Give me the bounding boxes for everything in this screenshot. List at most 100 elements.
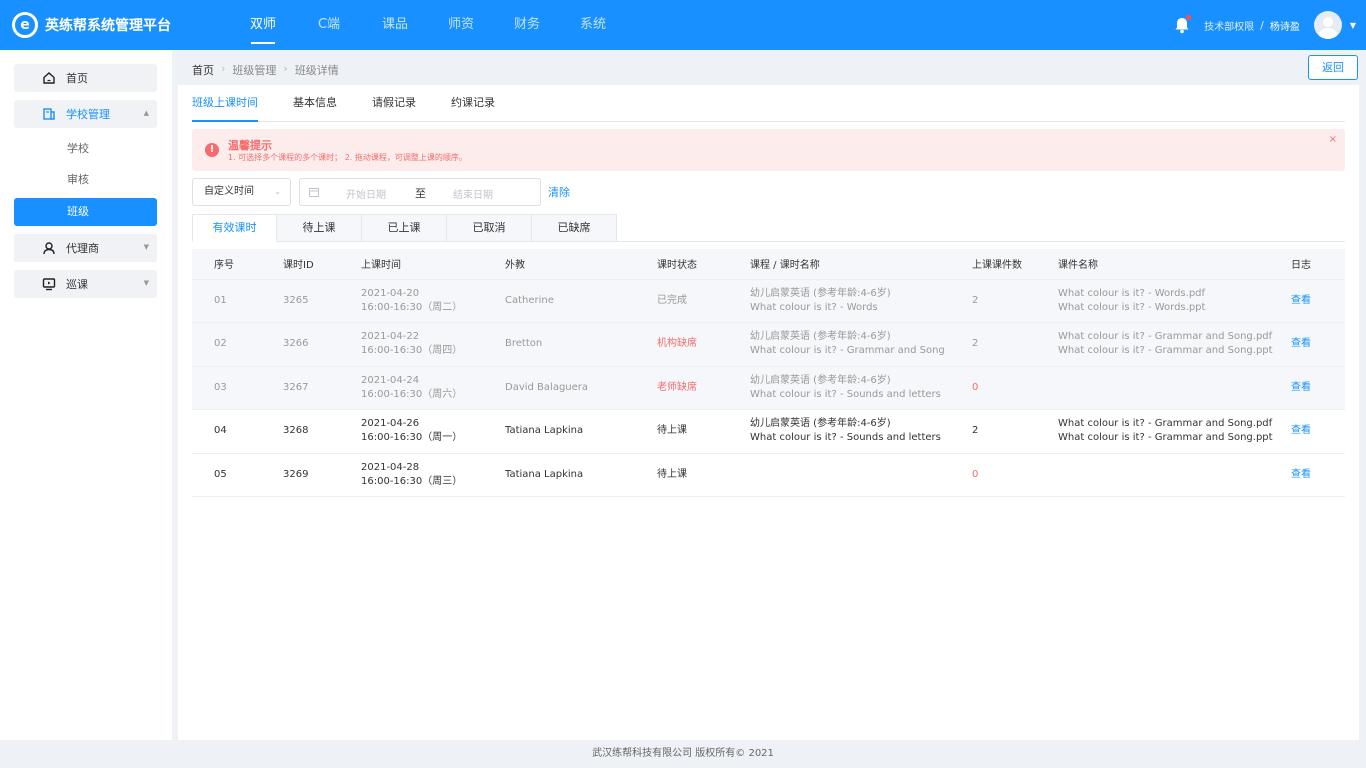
cell-log: 查看	[1291, 322, 1345, 367]
topnav-item-system[interactable]: 系统	[560, 0, 626, 50]
file-name: What colour is it? - Grammar and Song.pp…	[1058, 432, 1273, 444]
user-icon	[42, 241, 56, 255]
cell-teacher: Bretton	[505, 322, 657, 367]
count-text: 0	[972, 468, 979, 480]
cell-count: 2	[972, 409, 1058, 454]
tab-absent[interactable]: 已缺席	[532, 214, 617, 242]
user-separator: /	[1260, 18, 1264, 32]
cell-log: 查看	[1291, 279, 1345, 323]
cell-time: 2021-04-26 16:00-16:30（周一）	[361, 409, 505, 454]
topnav-item-c-end[interactable]: C端	[296, 0, 362, 50]
lesson-name: What colour is it? - Grammar and Song	[750, 345, 945, 357]
back-button[interactable]: 返回	[1308, 55, 1358, 80]
topnav-item-finance[interactable]: 财务	[494, 0, 560, 50]
chevron-down-icon[interactable]: ▼	[1350, 21, 1356, 30]
breadcrumb-home[interactable]: 首页	[192, 62, 214, 78]
lesson-time: 16:00-16:30（周六）	[361, 388, 463, 400]
breadcrumb-separator: ›	[221, 62, 226, 75]
cell-status: 待上课	[657, 453, 750, 497]
app-title: 英练帮系统管理平台	[45, 18, 171, 34]
lesson-time: 16:00-16:30（周四）	[361, 345, 463, 357]
sidebar-item-label: 首页	[66, 72, 88, 85]
breadcrumb-class-mgmt[interactable]: 班级管理	[232, 62, 276, 78]
cell-course: 幼儿启蒙英语 (参考年龄:4-6岁) What colour is it? - G…	[750, 322, 972, 367]
view-log-link[interactable]: 查看	[1291, 295, 1311, 306]
top-bar: e 英练帮系统管理平台 双师 C端 课品 师资 财务 系统 技术部权限 / 杨诗…	[0, 0, 1366, 50]
logo[interactable]: e 英练帮系统管理平台	[12, 12, 202, 38]
lesson-name: What colour is it? - Words	[750, 301, 878, 313]
cell-log: 查看	[1291, 366, 1345, 410]
lesson-name: What colour is it? - Sounds and letters	[750, 388, 941, 400]
topnav-item-dual-teacher[interactable]: 双师	[230, 0, 296, 50]
chevron-up-icon: ▲	[143, 109, 149, 117]
lesson-time: 16:00-16:30（周一）	[361, 432, 463, 444]
lesson-date: 2021-04-24	[361, 374, 420, 386]
sidebar-item-label: 代理商	[66, 242, 99, 255]
tab-valid-lessons[interactable]: 有效课时	[192, 214, 277, 242]
table-row: 01 3265 2021-04-20 16:00-16:30（周二） Cather…	[192, 279, 1345, 323]
sidebar-subitem-school[interactable]: 学校	[14, 136, 157, 161]
lesson-date: 2021-04-26	[361, 418, 420, 430]
main-panel: 班级上课时间 基本信息 请假记录 约课记录 ! 温馨提示 1. 可选择多个课程的…	[178, 85, 1359, 740]
avatar[interactable]	[1313, 11, 1342, 39]
cell-log: 查看	[1291, 453, 1345, 497]
sidebar-item-home[interactable]: 首页	[14, 64, 157, 92]
tab-attended[interactable]: 已上课	[362, 214, 447, 242]
time-type-select[interactable]: 自定义时间 ⌄	[192, 178, 291, 206]
sidebar-item-school-mgmt[interactable]: 学校管理 ▲	[14, 100, 157, 128]
clear-button[interactable]: 清除	[548, 184, 570, 200]
filter-bar: 自定义时间 ⌄ 开始日期 至 结束日期 清除	[192, 178, 570, 206]
cell-files	[1058, 366, 1291, 410]
tab-leave-records[interactable]: 请假记录	[372, 85, 416, 121]
topnav-item-products[interactable]: 课品	[362, 0, 428, 50]
view-log-link[interactable]: 查看	[1291, 382, 1311, 393]
end-date-input[interactable]: 结束日期	[453, 186, 493, 201]
cell-log: 查看	[1291, 409, 1345, 454]
column-header: 课件名称	[1058, 249, 1291, 280]
tab-booking-records[interactable]: 约课记录	[451, 85, 495, 121]
tab-cancelled[interactable]: 已取消	[447, 214, 532, 242]
home-icon	[42, 71, 56, 85]
sidebar-subitem-class[interactable]: 班级	[14, 198, 157, 226]
cell-count: 2	[972, 322, 1058, 367]
lesson-date: 2021-04-22	[361, 331, 420, 343]
date-range-picker[interactable]: 开始日期 至 结束日期	[299, 178, 541, 206]
view-log-link[interactable]: 查看	[1291, 338, 1311, 349]
school-icon	[42, 107, 56, 121]
status-text: 机构缺席	[657, 338, 697, 350]
cell-time: 2021-04-22 16:00-16:30（周四）	[361, 322, 505, 367]
tab-basic-info[interactable]: 基本信息	[293, 85, 337, 121]
file-name: What colour is it? - Words.pdf	[1058, 287, 1206, 299]
cell-teacher: David Balaguera	[505, 366, 657, 410]
lesson-time: 16:00-16:30（周二）	[361, 301, 463, 313]
topnav-item-teachers[interactable]: 师资	[428, 0, 494, 50]
cell-time: 2021-04-28 16:00-16:30（周三）	[361, 453, 505, 497]
view-log-link[interactable]: 查看	[1291, 469, 1311, 480]
cell-no: 01	[192, 279, 283, 323]
view-log-link[interactable]: 查看	[1291, 425, 1311, 436]
tab-class-schedule[interactable]: 班级上课时间	[192, 85, 258, 122]
cell-count: 0	[972, 453, 1058, 497]
sidebar-subitem-review[interactable]: 审核	[14, 167, 157, 192]
sidebar-item-label: 学校管理	[66, 108, 110, 121]
user-name[interactable]: 杨诗盈	[1270, 18, 1300, 33]
breadcrumb-class-detail: 班级详情	[294, 64, 339, 77]
column-header: 上课课件数	[972, 249, 1058, 280]
alert-description: 1. 可选择多个课程的多个课时； 2. 拖动课程，可调整上课的顺序。	[228, 153, 467, 162]
count-text: 0	[972, 381, 979, 393]
sidebar-item-patrol[interactable]: 巡课 ▼	[14, 270, 157, 298]
table-row: 03 3267 2021-04-24 16:00-16:30（周六） David …	[192, 366, 1345, 410]
close-icon[interactable]: ×	[1329, 134, 1337, 145]
logo-mark: e	[12, 12, 38, 38]
sidebar-item-agent[interactable]: 代理商 ▼	[14, 234, 157, 262]
start-date-input[interactable]: 开始日期	[346, 186, 386, 201]
column-header: 序号	[192, 249, 283, 280]
cell-no: 02	[192, 322, 283, 367]
bell-icon[interactable]	[1172, 15, 1192, 35]
file-name: What colour is it? - Grammar and Song.pd…	[1058, 418, 1273, 430]
file-name: What colour is it? - Grammar and Song.pp…	[1058, 345, 1273, 357]
breadcrumb-separator: ›	[283, 62, 288, 75]
file-name: What colour is it? - Words.ppt	[1058, 301, 1206, 313]
tab-pending[interactable]: 待上课	[277, 214, 362, 242]
sidebar: 首页 学校管理 ▲ 学校 审核 班级 代理商 ▼ 巡课 ▼	[0, 50, 172, 740]
